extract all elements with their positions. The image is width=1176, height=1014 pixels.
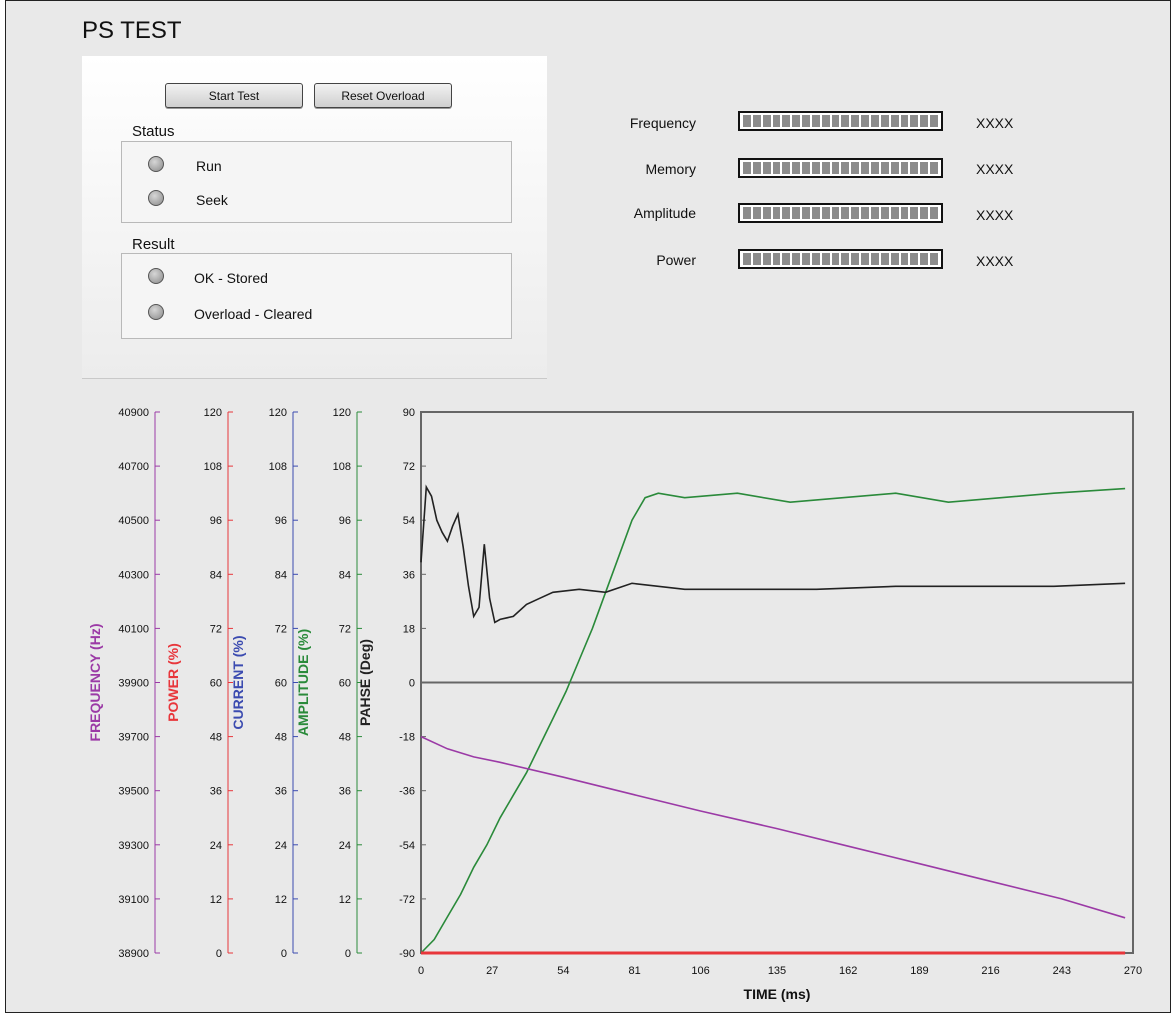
tick-label: 0 xyxy=(345,948,351,960)
x-tick-label: 216 xyxy=(981,965,999,977)
tick-label: 108 xyxy=(269,461,287,473)
tick-label: 24 xyxy=(339,840,351,852)
tick-label: 0 xyxy=(281,948,287,960)
tick-label: 0 xyxy=(216,948,222,960)
tick-label: 12 xyxy=(339,894,351,906)
tick-label: -36 xyxy=(399,786,415,798)
x-tick-label: 27 xyxy=(486,965,498,977)
tick-label: 0 xyxy=(409,678,415,690)
tick-label: 36 xyxy=(275,786,287,798)
tick-label: 36 xyxy=(403,569,415,581)
tick-label: 96 xyxy=(339,515,351,527)
x-tick-label: 81 xyxy=(628,965,640,977)
tick-label: 108 xyxy=(204,461,222,473)
tick-label: 120 xyxy=(269,407,287,419)
x-tick-label: 0 xyxy=(418,965,424,977)
x-tick-label: 54 xyxy=(557,965,569,977)
tick-label: 72 xyxy=(403,461,415,473)
tick-label: 12 xyxy=(210,894,222,906)
tick-label: 72 xyxy=(339,623,351,635)
tick-label: 24 xyxy=(210,840,222,852)
tick-label: 38900 xyxy=(118,948,149,960)
tick-label: 54 xyxy=(403,515,415,527)
tick-label: 12 xyxy=(275,894,287,906)
tick-label: 18 xyxy=(403,623,415,635)
x-tick-label: 162 xyxy=(839,965,857,977)
tick-label: -54 xyxy=(399,840,415,852)
axis-title: FREQUENCY (Hz) xyxy=(87,624,103,742)
tick-label: 72 xyxy=(210,623,222,635)
tick-label: 48 xyxy=(275,732,287,744)
tick-label: 96 xyxy=(210,515,222,527)
tick-label: 60 xyxy=(339,678,351,690)
tick-label: 60 xyxy=(210,678,222,690)
x-tick-label: 106 xyxy=(691,965,709,977)
axis-title: POWER (%) xyxy=(165,643,181,722)
tick-label: 84 xyxy=(339,569,351,581)
axis-title: CURRENT (%) xyxy=(230,635,246,729)
tick-label: 120 xyxy=(204,407,222,419)
tick-label: 48 xyxy=(210,732,222,744)
tick-label: -18 xyxy=(399,732,415,744)
tick-label: 40300 xyxy=(118,569,149,581)
tick-label: 48 xyxy=(339,732,351,744)
tick-label: 60 xyxy=(275,678,287,690)
x-axis-title: TIME (ms) xyxy=(744,986,811,1002)
tick-label: 36 xyxy=(339,786,351,798)
tick-label: 72 xyxy=(275,623,287,635)
x-tick-label: 135 xyxy=(768,965,786,977)
tick-label: 40500 xyxy=(118,515,149,527)
tick-label: 40700 xyxy=(118,461,149,473)
tick-label: 24 xyxy=(275,840,287,852)
tick-label: 40900 xyxy=(118,407,149,419)
tick-label: 108 xyxy=(333,461,351,473)
tick-label: 39300 xyxy=(118,840,149,852)
tick-label: -90 xyxy=(399,948,415,960)
tick-label: 36 xyxy=(210,786,222,798)
tick-label: 39500 xyxy=(118,786,149,798)
tick-label: -72 xyxy=(399,894,415,906)
tick-label: 96 xyxy=(275,515,287,527)
x-tick-label: 189 xyxy=(910,965,928,977)
multi-axis-chart: 38900 39100 39300 39500 39700 39900 40100 40300… xyxy=(87,407,1142,1002)
tick-label: 39100 xyxy=(118,894,149,906)
tick-label: 39900 xyxy=(118,678,149,690)
tick-label: 39700 xyxy=(118,732,149,744)
tick-label: 120 xyxy=(333,407,351,419)
axis-title: PAHSE (Deg) xyxy=(357,639,373,726)
x-tick-label: 270 xyxy=(1124,965,1142,977)
tick-label: 84 xyxy=(275,569,287,581)
x-tick-label: 243 xyxy=(1053,965,1071,977)
tick-label: 84 xyxy=(210,569,222,581)
axis-title: AMPLITUDE (%) xyxy=(295,629,311,736)
tick-label: 90 xyxy=(403,407,415,419)
tick-label: 40100 xyxy=(118,623,149,635)
